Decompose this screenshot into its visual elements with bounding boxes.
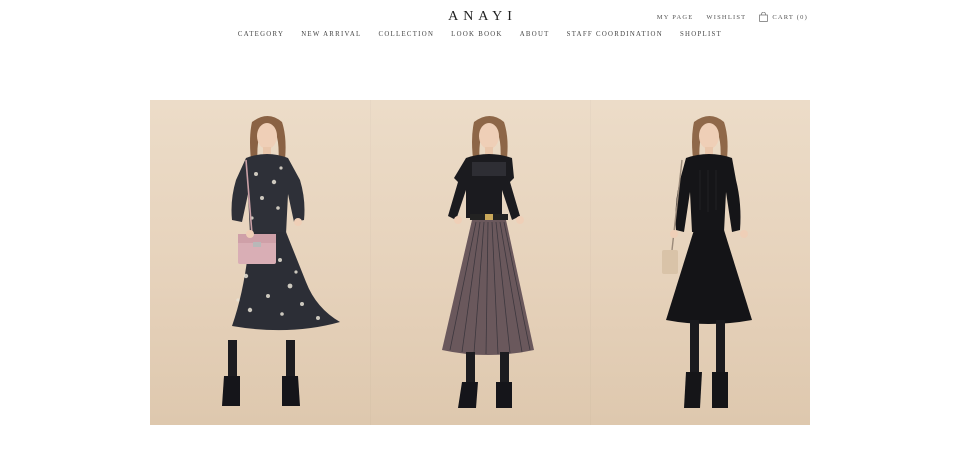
hero-image-black-dress[interactable] [590, 100, 810, 425]
hero-banner[interactable] [150, 100, 810, 425]
shopping-bag-icon [759, 12, 769, 22]
nav-new-arrival[interactable]: NEW ARRIVAL [301, 31, 361, 38]
wishlist-link[interactable]: WISHLIST [706, 14, 746, 21]
nav-collection[interactable]: COLLECTION [379, 31, 435, 38]
nav-shoplist[interactable]: SHOPLIST [680, 31, 722, 38]
nav-about[interactable]: ABOUT [520, 31, 550, 38]
hero-image-floral-dress[interactable] [150, 100, 370, 425]
utility-nav: MY PAGE WISHLIST CART (0) [644, 12, 808, 22]
nav-staff-coordination[interactable]: STAFF COORDINATION [567, 31, 663, 38]
brand-logo[interactable]: ANAYI [0, 9, 960, 25]
model-photo-icon [662, 116, 752, 408]
main-nav: CATEGORY NEW ARRIVAL COLLECTION LOOK BOO… [0, 31, 960, 38]
my-page-link[interactable]: MY PAGE [657, 14, 694, 21]
cart-label: CART (0) [772, 13, 808, 21]
nav-look-book[interactable]: LOOK BOOK [451, 31, 503, 38]
cart-link[interactable]: CART (0) [759, 12, 808, 22]
model-photo-icon [222, 116, 340, 406]
nav-category[interactable]: CATEGORY [238, 31, 284, 38]
model-photo-icon [442, 116, 534, 408]
hero-image-pleated-skirt[interactable] [370, 100, 590, 425]
